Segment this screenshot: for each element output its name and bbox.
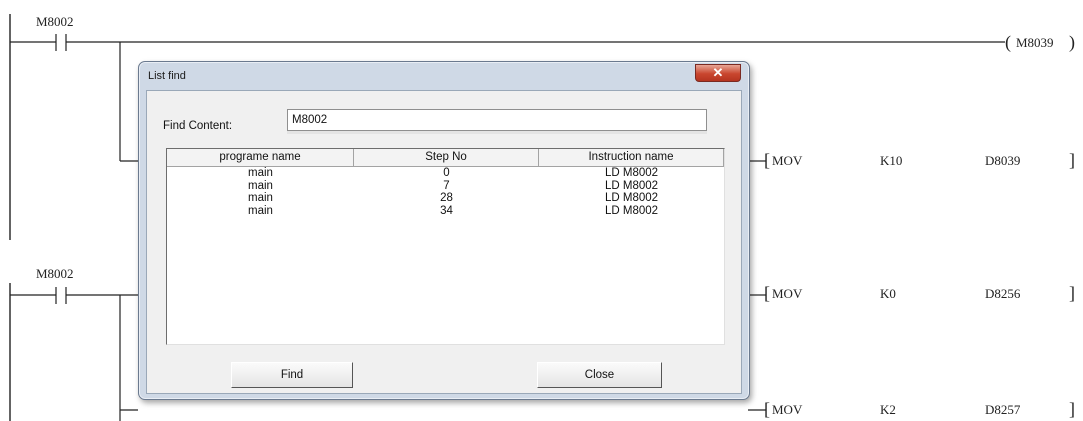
mov-open-bracket: [ xyxy=(764,150,770,170)
cell-step-no: 0 xyxy=(443,167,450,179)
mov-destination: D8257 xyxy=(985,402,1021,417)
mov-open-bracket: [ xyxy=(764,283,770,303)
find-button[interactable]: Find xyxy=(231,362,353,388)
cell-step-no: 7 xyxy=(443,179,450,192)
cell-program-name: main xyxy=(248,179,273,192)
mov-close-bracket: ] xyxy=(1069,283,1075,303)
mov-op: MOV xyxy=(772,402,803,417)
list-item[interactable]: main 34 LD M8002 xyxy=(167,205,724,218)
coil-close-paren: ) xyxy=(1069,32,1075,52)
mov-op: MOV xyxy=(772,153,803,168)
results-header: programe name Step No Instruction name xyxy=(167,149,724,167)
list-item[interactable]: main 28 LD M8002 xyxy=(167,192,724,205)
rung2-contact-label: M8002 xyxy=(36,266,74,281)
cell-program-name: main xyxy=(248,204,273,217)
close-button[interactable]: Close xyxy=(537,362,662,388)
mov-source: K10 xyxy=(880,153,903,168)
mov-open-bracket: [ xyxy=(764,399,770,419)
find-input-divider xyxy=(287,131,707,134)
find-content-input[interactable] xyxy=(287,109,707,131)
mov-op: MOV xyxy=(772,286,803,301)
cell-step-no: 28 xyxy=(440,192,453,204)
find-content-label: Find Content: xyxy=(163,120,233,132)
coil-open-paren: ( xyxy=(1005,32,1011,52)
list-item[interactable]: main 7 LD M8002 xyxy=(167,180,724,193)
cell-program-name: main xyxy=(248,192,273,204)
column-header-program-name[interactable]: programe name xyxy=(167,149,354,167)
column-header-instruction-name[interactable]: Instruction name xyxy=(539,149,724,167)
cell-instruction-name: LD M8002 xyxy=(604,192,659,204)
mov-destination: D8039 xyxy=(985,153,1021,168)
cell-instruction-name: LD M8002 xyxy=(604,204,659,217)
list-find-dialog: List find ✕ Find Content: programe name … xyxy=(138,61,750,400)
mov-close-bracket: ] xyxy=(1069,399,1075,419)
rung1-coil-label: M8039 xyxy=(1016,35,1054,50)
mov-source: K2 xyxy=(880,402,896,417)
list-item[interactable]: main 0 LD M8002 xyxy=(167,167,724,180)
dialog-close-button[interactable]: ✕ xyxy=(695,64,741,82)
cell-instruction-name: LD M8002 xyxy=(604,179,659,192)
dialog-title: List find xyxy=(148,70,186,82)
column-header-step-no[interactable]: Step No xyxy=(354,149,539,167)
cell-program-name: main xyxy=(248,167,273,179)
close-icon: ✕ xyxy=(712,65,724,80)
rung1-contact-label: M8002 xyxy=(36,14,74,29)
cell-instruction-name: LD M8002 xyxy=(604,167,659,179)
mov-destination: D8256 xyxy=(985,286,1021,301)
results-list[interactable]: programe name Step No Instruction name m… xyxy=(166,148,725,345)
mov-source: K0 xyxy=(880,286,896,301)
mov-close-bracket: ] xyxy=(1069,150,1075,170)
cell-step-no: 34 xyxy=(440,204,453,217)
